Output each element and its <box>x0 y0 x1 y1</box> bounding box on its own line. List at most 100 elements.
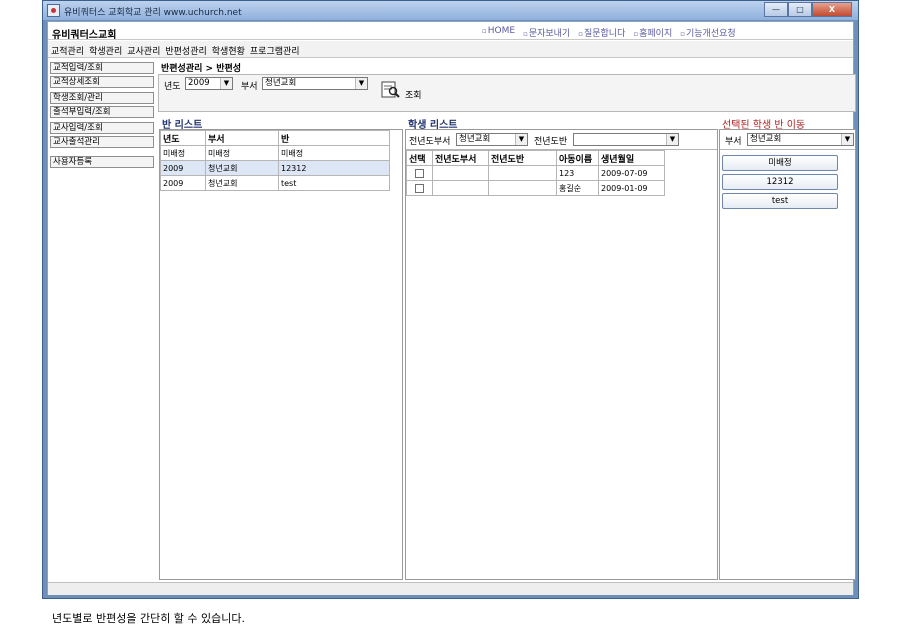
column-header: 아동이름 <box>556 150 599 166</box>
prev-class-label: 전년도반 <box>534 137 568 147</box>
prev-dept-label: 전년도부서 <box>409 137 451 147</box>
sidebar-item-attendance-entry[interactable]: 출석부입력/조회 <box>50 106 154 118</box>
brand-title: 유비쿼터스교회 <box>52 30 117 41</box>
table-cell: 미배정 <box>205 145 279 161</box>
column-header: 년도 <box>160 130 206 146</box>
link-questions[interactable]: 질문합니다 <box>578 26 625 39</box>
move-dept-label: 부서 <box>725 137 742 147</box>
table-cell <box>432 165 489 181</box>
menu-item-students[interactable]: 학생관리 <box>89 44 122 57</box>
prev-dept-value: 청년교회 <box>459 134 491 144</box>
sidebar-item-membership-detail[interactable]: 교적상세조회 <box>50 76 154 88</box>
move-dept-value: 청년교회 <box>750 134 782 144</box>
student-list-panel: 전년도부서 청년교회 ▼ 전년도반 ▼ 선택 전년도부서 전년도반 아동이름 생… <box>405 129 718 580</box>
table-cell: 2009 <box>160 175 206 191</box>
table-cell <box>488 180 557 196</box>
chevron-down-icon: ▼ <box>666 134 678 145</box>
table-header-row: 선택 전년도부서 전년도반 아동이름 생년월일 <box>406 150 665 166</box>
sidebar-item-membership-entry[interactable]: 교적입력/조회 <box>50 62 154 74</box>
table-cell: 2009-01-09 <box>598 180 665 196</box>
select-cell <box>406 180 433 196</box>
chevron-down-icon: ▼ <box>841 134 853 145</box>
maximize-button[interactable]: □ <box>788 2 812 17</box>
column-header: 생년월일 <box>598 150 665 166</box>
title-bar[interactable]: 유비쿼터스 교회학교 관리 www.uchurch.net — □ X <box>43 1 858 20</box>
chevron-down-icon: ▼ <box>220 78 232 89</box>
chevron-down-icon: ▼ <box>355 78 367 89</box>
filter-bar: 년도 2009 ▼ 부서 청년교회 ▼ 조회 <box>158 74 856 112</box>
select-checkbox[interactable] <box>415 183 424 193</box>
move-to-unassigned-button[interactable]: 미배정 <box>722 155 838 171</box>
table-cell: 12312 <box>278 160 390 176</box>
top-links: HOME 문자보내기 질문합니다 홈페이지 기능개선요청 <box>482 26 736 39</box>
search-icon <box>381 81 400 98</box>
sidebar: 교적입력/조회 교적상세조회 학생조회/관리 출석부입력/조회 교사입력/조회 … <box>50 62 154 170</box>
breadcrumb: 반편성관리 > 반편성 <box>161 64 242 74</box>
table-cell <box>488 165 557 181</box>
dept-value: 청년교회 <box>265 78 297 88</box>
table-cell: 2009-07-09 <box>598 165 665 181</box>
link-feature-request[interactable]: 기능개선요청 <box>680 26 736 39</box>
search-button[interactable]: 조회 <box>381 81 431 105</box>
close-button[interactable]: X <box>812 2 852 17</box>
prev-dept-select[interactable]: 청년교회 ▼ <box>456 133 528 146</box>
table-cell <box>432 180 489 196</box>
year-select[interactable]: 2009 ▼ <box>185 77 233 90</box>
brand-bar: 유비쿼터스교회 HOME 문자보내기 질문합니다 홈페이지 기능개선요청 <box>48 22 853 41</box>
table-cell: 2009 <box>160 160 206 176</box>
student-filter-row: 전년도부서 청년교회 ▼ 전년도반 ▼ <box>406 130 717 150</box>
link-send-sms[interactable]: 문자보내기 <box>523 26 570 39</box>
dept-label: 부서 <box>241 82 258 92</box>
table-row[interactable]: 홍길순 2009-01-09 <box>406 180 665 196</box>
app-window: 유비쿼터스 교회학교 관리 www.uchurch.net — □ X 유비쿼터… <box>42 0 859 599</box>
menu-item-class-assignment[interactable]: 반편성관리 <box>165 44 206 57</box>
menu-item-membership[interactable]: 교적관리 <box>51 44 84 57</box>
link-homepage[interactable]: 홈페이지 <box>633 26 672 39</box>
menu-item-programs[interactable]: 프로그램관리 <box>250 44 300 57</box>
table-row[interactable]: 미배정 미배정 미배정 <box>160 145 390 161</box>
column-header: 전년도반 <box>488 150 557 166</box>
table-cell: 123 <box>556 165 599 181</box>
column-header: 부서 <box>205 130 279 146</box>
dept-select[interactable]: 청년교회 ▼ <box>262 77 368 90</box>
table-row[interactable]: 2009 청년교회 test <box>160 175 390 191</box>
table-cell: 미배정 <box>278 145 390 161</box>
table-cell: test <box>278 175 390 191</box>
move-to-class-12312-button[interactable]: 12312 <box>722 174 838 190</box>
select-checkbox[interactable] <box>415 168 424 178</box>
column-header: 선택 <box>406 150 433 166</box>
link-home[interactable]: HOME <box>482 26 515 39</box>
client-area: 유비쿼터스교회 HOME 문자보내기 질문합니다 홈페이지 기능개선요청 교적관… <box>47 21 856 595</box>
menu-item-student-status[interactable]: 학생현황 <box>212 44 245 57</box>
table-row[interactable]: 123 2009-07-09 <box>406 165 665 181</box>
menu-bar: 교적관리 학생관리 교사관리 반편성관리 학생현황 프로그램관리 <box>48 41 853 58</box>
sidebar-item-teacher-entry[interactable]: 교사입력/조회 <box>50 122 154 134</box>
sidebar-item-teacher-attendance[interactable]: 교사출석관리 <box>50 136 154 148</box>
table-cell: 청년교회 <box>205 160 279 176</box>
table-cell: 미배정 <box>160 145 206 161</box>
table-cell: 청년교회 <box>205 175 279 191</box>
move-dept-select[interactable]: 청년교회 ▼ <box>747 133 854 146</box>
window-controls: — □ X <box>764 2 852 17</box>
minimize-button[interactable]: — <box>764 2 788 17</box>
year-label: 년도 <box>164 82 181 92</box>
move-to-class-test-button[interactable]: test <box>722 193 838 209</box>
sidebar-item-student-manage[interactable]: 학생조회/관리 <box>50 92 154 104</box>
column-header: 전년도부서 <box>432 150 489 166</box>
sidebar-item-user-register[interactable]: 사용자등록 <box>50 156 154 168</box>
status-bar <box>48 582 853 595</box>
menu-item-teachers[interactable]: 교사관리 <box>127 44 160 57</box>
column-header: 반 <box>278 130 390 146</box>
table-row[interactable]: 2009 청년교회 12312 <box>160 160 390 176</box>
app-icon <box>47 4 60 17</box>
table-cell: 홍길순 <box>556 180 599 196</box>
caption: 년도별로 반편성을 간단히 할 수 있습니다. <box>52 612 246 625</box>
class-table: 년도 부서 반 미배정 미배정 미배정 2009 청년교회 12312 2009… <box>160 130 390 191</box>
table-header-row: 년도 부서 반 <box>160 130 390 146</box>
prev-class-select[interactable]: ▼ <box>573 133 679 146</box>
move-panel: 부서 청년교회 ▼ 미배정 12312 test <box>719 129 856 580</box>
select-cell <box>406 165 433 181</box>
chevron-down-icon: ▼ <box>515 134 527 145</box>
class-list-panel: 년도 부서 반 미배정 미배정 미배정 2009 청년교회 12312 2009… <box>159 129 403 580</box>
search-label: 조회 <box>405 91 422 101</box>
